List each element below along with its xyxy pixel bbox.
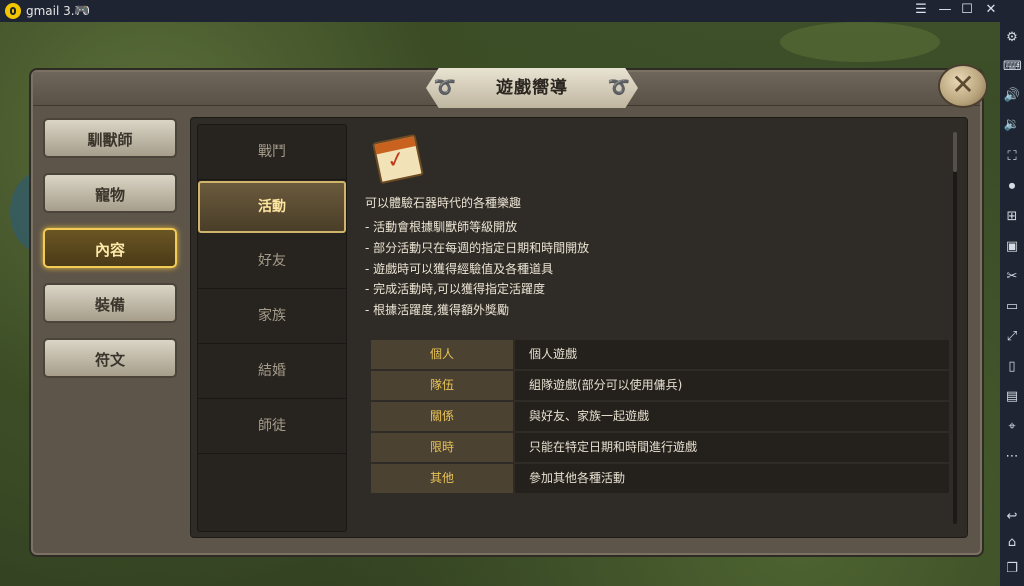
title-plate: ➰ 遊戲嚮導 ➰ [426, 68, 638, 108]
table-row: 關係 與好友、家族一起遊戲 [371, 402, 949, 431]
table-value: 個人遊戲 [515, 340, 949, 369]
detail-area: ✓ 可以體驗石器時代的各種樂趣 - 活動會根據馴獸師等級開放 - 部分活動只在每… [355, 124, 955, 530]
subtab-friends[interactable]: 好友 [198, 234, 346, 289]
table-row: 限時 只能在特定日期和時間進行遊戲 [371, 433, 949, 462]
close-button[interactable]: ✕ [938, 64, 988, 108]
minimize-button[interactable]: — [936, 2, 954, 17]
table-value: 參加其他各種活動 [515, 464, 949, 493]
add-screen-icon[interactable]: ⊞ [1003, 208, 1021, 226]
menu-icon[interactable]: ☰ [912, 2, 930, 17]
category-equipment[interactable]: 裝備 [43, 283, 177, 323]
bullet-item: - 根據活躍度,獲得額外獎勵 [365, 303, 509, 317]
emulator-side-toolbar: ⚙ ⌨ 🔊 🔉 ⛶ ⏺ ⊞ ▣ ✂ ▭ ⤢ ▯ ▤ ⌖ ⋯ ↩ ⌂ ❐ [1000, 22, 1024, 586]
scrollbar-thumb[interactable] [953, 132, 957, 172]
intro-text: 可以體驗石器時代的各種樂趣 [365, 196, 522, 210]
fullscreen-icon[interactable]: ⛶ [1003, 148, 1021, 166]
calendar-icon: ✓ [372, 130, 424, 185]
table-key: 關係 [371, 402, 513, 431]
table-row: 隊伍 組隊遊戲(部分可以使用傭兵) [371, 371, 949, 400]
record-icon[interactable]: ⏺ [1003, 178, 1021, 196]
category-pet[interactable]: 寵物 [43, 173, 177, 213]
shake-icon[interactable]: ▯ [1003, 358, 1021, 376]
recent-apps-icon[interactable]: ❐ [1003, 560, 1021, 578]
content-panel: 戰鬥 活動 好友 家族 結婚 師徒 ✓ 可以體驗石器時代的各種樂趣 - 活動會根… [190, 117, 968, 538]
gamepad-icon[interactable]: 🎮 [74, 3, 89, 17]
screenshot-icon[interactable]: ▣ [1003, 238, 1021, 256]
home-icon[interactable]: ⌂ [1003, 534, 1021, 552]
maximize-button[interactable]: ☐ [958, 2, 976, 17]
game-guide-window: ➰ 遊戲嚮導 ➰ ✕ 馴獸師 寵物 內容 裝備 符文 戰鬥 活動 好友 家族 結… [31, 64, 988, 555]
keyboard-icon[interactable]: ⌨ [1003, 58, 1022, 76]
subtab-mentor[interactable]: 師徒 [198, 399, 346, 454]
subtab-family[interactable]: 家族 [198, 289, 346, 344]
subtab-list: 戰鬥 活動 好友 家族 結婚 師徒 [197, 124, 347, 532]
table-row: 其他 參加其他各種活動 [371, 464, 949, 493]
cut-icon[interactable]: ✂ [1003, 268, 1021, 286]
table-key: 隊伍 [371, 371, 513, 400]
volume-down-icon[interactable]: 🔉 [1003, 116, 1021, 134]
bullet-item: - 活動會根據馴獸師等級開放 [365, 220, 518, 234]
volume-up-icon[interactable]: 🔊 [1003, 87, 1021, 105]
table-value: 與好友、家族一起遊戲 [515, 402, 949, 431]
swirl-right-icon: ➰ [607, 77, 631, 98]
table-key: 限時 [371, 433, 513, 462]
resize-icon[interactable]: ⤢ [1003, 328, 1021, 346]
close-window-button[interactable]: ✕ [982, 2, 1000, 17]
table-value: 只能在特定日期和時間進行遊戲 [515, 433, 949, 462]
detail-scrollbar[interactable] [953, 132, 957, 524]
bullet-item: - 遊戲時可以獲得經驗值及各種道具 [365, 262, 554, 276]
subtab-battle[interactable]: 戰鬥 [198, 125, 346, 180]
table-key: 個人 [371, 340, 513, 369]
bullet-item: - 完成活動時,可以獲得指定活躍度 [365, 282, 545, 296]
video-icon[interactable]: ▭ [1003, 298, 1021, 316]
back-icon[interactable]: ↩ [1003, 508, 1021, 526]
emulator-logo-icon [5, 3, 21, 19]
location-icon[interactable]: ⌖ [1003, 418, 1021, 436]
category-rune[interactable]: 符文 [43, 338, 177, 378]
category-content[interactable]: 內容 [43, 228, 177, 268]
more-icon[interactable]: ⋯ [1003, 448, 1021, 466]
bullet-item: - 部分活動只在每週的指定日期和時間開放 [365, 241, 590, 255]
table-value: 組隊遊戲(部分可以使用傭兵) [515, 371, 949, 400]
subtab-activity[interactable]: 活動 [198, 181, 346, 233]
install-icon[interactable]: ▤ [1003, 388, 1021, 406]
category-tamer[interactable]: 馴獸師 [43, 118, 177, 158]
emulator-title-bar: gmail 3.70 🎮 ☰ — ☐ ✕ [0, 0, 1024, 22]
table-key: 其他 [371, 464, 513, 493]
settings-icon[interactable]: ⚙ [1003, 29, 1021, 47]
table-row: 個人 個人遊戲 [371, 340, 949, 369]
subtab-marriage[interactable]: 結婚 [198, 344, 346, 399]
